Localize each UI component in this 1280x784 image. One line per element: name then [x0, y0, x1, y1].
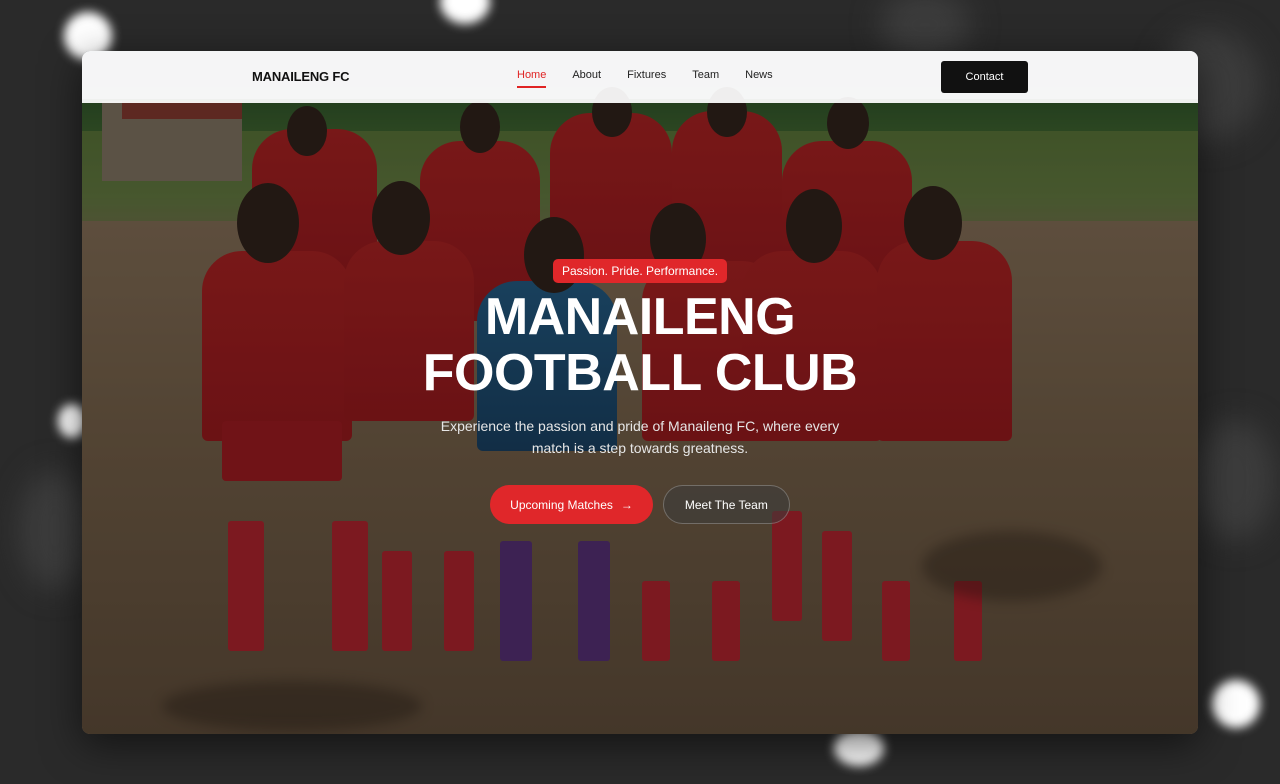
site-logo[interactable]: MANAILENG FC: [252, 69, 349, 84]
upcoming-matches-label: Upcoming Matches: [510, 497, 613, 512]
meet-the-team-button[interactable]: Meet The Team: [662, 485, 790, 524]
nav-link-about[interactable]: About: [572, 69, 601, 88]
nav-link-news[interactable]: News: [745, 69, 773, 88]
hero-title-line1: MANAILENG: [484, 288, 796, 346]
bokeh-light: [1212, 680, 1260, 728]
bokeh-dark: [20, 470, 90, 590]
hero-title: MANAILENG FOOTBALL CLUB: [82, 289, 1198, 401]
bokeh-light: [834, 730, 884, 766]
navbar: MANAILENG FC Home About Fixtures Team Ne…: [82, 51, 1198, 103]
bokeh-dark: [1195, 420, 1275, 540]
tagline-badge: Passion. Pride. Performance.: [552, 259, 728, 283]
nav-link-home[interactable]: Home: [517, 69, 547, 88]
contact-button[interactable]: Contact: [941, 61, 1028, 93]
nav-link-team[interactable]: Team: [692, 69, 719, 88]
hero-title-line2: FOOTBALL CLUB: [422, 344, 858, 402]
bokeh-light: [440, 0, 490, 24]
hero-section: Passion. Pride. Performance. MANAILENG F…: [82, 259, 1198, 524]
nav-link-fixtures[interactable]: Fixtures: [627, 69, 666, 88]
hero-subtitle: Experience the passion and pride of Mana…: [440, 418, 840, 456]
arrow-right-icon: →: [620, 497, 633, 512]
hero-cta-row: Upcoming Matches → Meet The Team: [82, 485, 1198, 524]
upcoming-matches-button[interactable]: Upcoming Matches →: [490, 485, 653, 524]
browser-window: MANAILENG FC Home About Fixtures Team Ne…: [82, 51, 1198, 734]
nav-links: Home About Fixtures Team News: [517, 69, 799, 88]
